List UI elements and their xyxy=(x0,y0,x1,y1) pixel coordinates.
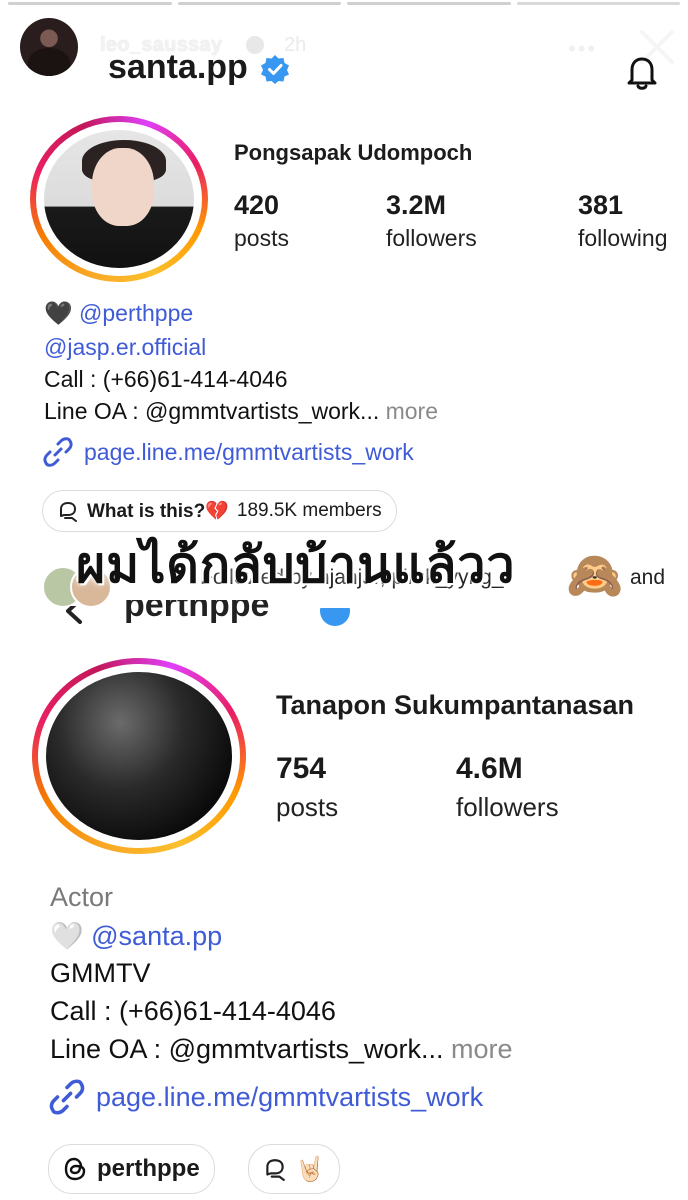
link-icon xyxy=(49,1079,85,1115)
followers-label[interactable]: followers xyxy=(456,792,559,823)
link-icon xyxy=(43,437,73,467)
profile-full-name: Tanapon Sukumpantanasan xyxy=(276,690,635,720)
threads-username: perthppe xyxy=(97,1155,200,1182)
story-author-avatar[interactable] xyxy=(20,18,78,76)
bio-mention-row: 🤍 @santa.pp xyxy=(50,920,222,952)
following-label[interactable]: following xyxy=(578,225,688,252)
posts-count[interactable]: 420 xyxy=(234,190,279,221)
bio-more-link[interactable]: more xyxy=(386,398,438,424)
story-ring-avatar[interactable] xyxy=(30,116,208,282)
black-heart-icon: 🖤 xyxy=(44,300,73,326)
channel-members: 189.5K members xyxy=(236,500,382,521)
profile-photo xyxy=(44,130,194,268)
bio-line-oa-text: Line OA : @gmmtvartists_work... xyxy=(50,1034,444,1064)
bio-line-oa: Line OA : @gmmtvartists_work... more xyxy=(44,398,438,425)
story-caption: ผมได้กลับบ้านแล้วว xyxy=(76,536,516,594)
progress-segment xyxy=(177,2,341,5)
bio-mention-row: 🖤 @perthppe xyxy=(44,300,193,327)
progress-segment xyxy=(347,2,511,5)
verified-badge-icon xyxy=(246,36,264,54)
bio-more-link[interactable]: more xyxy=(451,1034,513,1064)
bio-link-text[interactable]: page.line.me/gmmtvartists_work xyxy=(84,439,414,466)
posts-count[interactable]: 754 xyxy=(276,752,326,786)
profile-photo xyxy=(46,672,232,840)
following-count[interactable]: 381 xyxy=(578,190,623,221)
profile-full-name: Pongsapak Udompoch xyxy=(234,140,473,165)
bio-external-link[interactable]: page.line.me/gmmtvartists_work xyxy=(42,436,414,468)
more-dots-icon[interactable]: ••• xyxy=(568,36,597,62)
white-heart-icon: 🤍 xyxy=(50,921,84,951)
bell-icon[interactable] xyxy=(622,52,662,92)
story-progress-bar xyxy=(8,2,680,6)
bio-org: GMMTV xyxy=(50,958,151,988)
channel-name: What is this?💔 xyxy=(87,501,229,522)
bio-call: Call : (+66)61-414-4046 xyxy=(44,366,288,392)
followers-count[interactable]: 4.6M xyxy=(456,752,523,786)
see-no-evil-monkey-icon: 🙈 xyxy=(566,549,624,601)
posts-label[interactable]: posts xyxy=(276,792,338,823)
threads-icon xyxy=(64,1157,86,1181)
bio-link-text[interactable]: page.line.me/gmmtvartists_work xyxy=(96,1082,483,1113)
progress-segment-active xyxy=(516,2,680,5)
broadcast-channel-pill[interactable]: 🤘🏻 xyxy=(248,1144,340,1194)
mention-link[interactable]: @perthppe xyxy=(79,300,193,326)
mention-link[interactable]: @santa.pp xyxy=(91,921,222,951)
followers-label[interactable]: followers xyxy=(386,225,477,252)
profile-username: santa.pp xyxy=(108,48,248,86)
bio-line-oa-text: Line OA : @gmmtvartists_work... xyxy=(44,398,380,424)
story-ring-avatar[interactable] xyxy=(32,658,246,854)
channel-icon xyxy=(60,502,77,522)
verified-badge-icon xyxy=(261,55,289,84)
channel-emoji: 🤘🏻 xyxy=(295,1155,325,1183)
mention-link[interactable]: @jasp.er.official xyxy=(44,334,206,361)
profile-category: Actor xyxy=(50,882,114,912)
progress-segment xyxy=(8,2,172,5)
followed-by-and: and xyxy=(630,566,666,589)
followers-count[interactable]: 3.2M xyxy=(386,190,446,221)
threads-profile-pill[interactable]: perthppe xyxy=(48,1144,215,1194)
channel-icon xyxy=(266,1159,285,1181)
story-header: leo_saussay 2h ••• xyxy=(0,14,688,94)
bio-line-oa: Line OA : @gmmtvartists_work... more xyxy=(50,1034,513,1065)
bio-external-link[interactable]: page.line.me/gmmtvartists_work xyxy=(48,1078,483,1116)
bio-call: Call : (+66)61-414-4046 xyxy=(50,996,336,1026)
posts-label[interactable]: posts xyxy=(234,225,289,252)
